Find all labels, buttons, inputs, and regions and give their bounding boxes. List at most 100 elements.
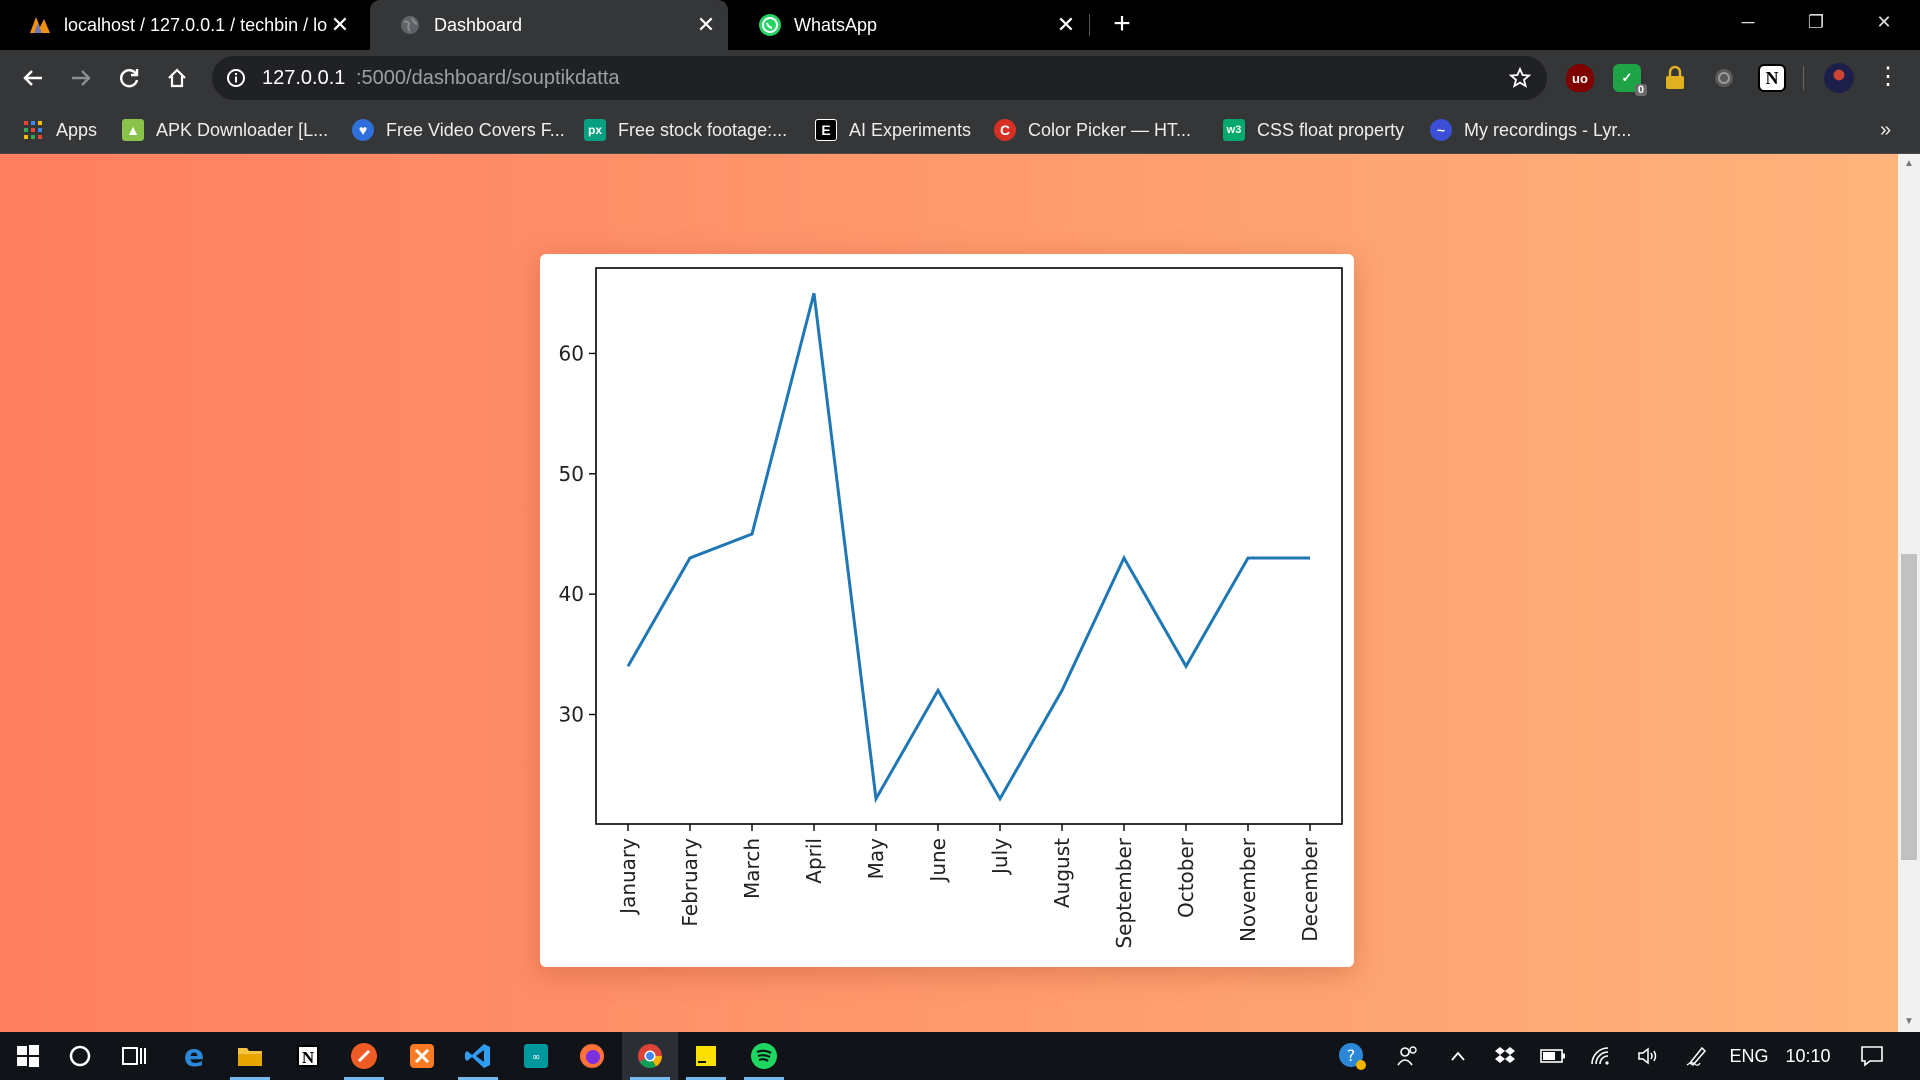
postman-icon[interactable] [336,1032,392,1080]
bookmark-apps[interactable]: Apps [22,116,97,144]
shield-check-icon[interactable]: ✓ 0 [1613,64,1647,96]
battery-icon[interactable] [1538,1032,1568,1080]
y-tick-label: 30 [559,702,584,726]
cortana-icon[interactable] [52,1032,108,1080]
e-icon: E [815,119,837,141]
back-button[interactable] [18,63,48,93]
bookmark-label: Color Picker — HT... [1028,119,1192,140]
minimize-button[interactable]: ─ [1718,0,1778,44]
spotify-icon[interactable] [736,1032,792,1080]
windows-start-icon[interactable] [0,1032,56,1080]
restore-button[interactable]: ❐ [1786,0,1846,44]
plot-frame [595,267,1343,825]
home-icon [168,68,186,88]
bookmark-lyrebird[interactable]: ~ My recordings - Lyr... [1430,116,1631,144]
bookmark-label: My recordings - Lyr... [1464,119,1632,140]
info-icon[interactable] [226,68,246,88]
x-tick-label: August [1050,838,1074,908]
bookmark-ai-experiments[interactable]: E AI Experiments [815,116,971,144]
tab-whatsapp[interactable]: WhatsApp ✕ [730,0,1088,50]
tab-title: Dashboard [434,14,523,35]
address-bar[interactable]: 127.0.0.1 :5000/dashboard/souptikdatta [212,56,1547,100]
bookmark-free-video-covers[interactable]: ♥ Free Video Covers F... [352,116,565,144]
x-tick-label: April [802,838,826,884]
arduino-icon[interactable]: ∞ [508,1032,564,1080]
svg-text:?: ? [1347,1046,1356,1065]
task-view-icon[interactable] [106,1032,162,1080]
grammarly-icon[interactable] [1710,64,1738,92]
heart-icon: ♥ [352,119,374,141]
notifications-icon[interactable] [1852,1032,1892,1080]
reload-button[interactable] [114,63,144,93]
sticky-notes-icon[interactable] [678,1032,734,1080]
x-tick-label: October [1174,837,1198,918]
page-content: 30 40 50 60 January February March April May June… [0,154,1898,1032]
y-tick-label: 50 [559,462,584,486]
home-button[interactable] [162,63,192,93]
scroll-up-icon[interactable]: ▲ [1903,158,1915,170]
star-bookmark-icon[interactable] [1509,67,1531,89]
window-close-button[interactable]: ✕ [1854,0,1914,44]
tab-dashboard[interactable]: Dashboard ✕ [370,0,728,50]
line-chart: 30 40 50 60 January February March April May June… [559,267,1343,949]
android-icon: ▲ [122,119,144,141]
forward-button[interactable] [66,63,96,93]
bookmark-pexels[interactable]: px Free stock footage:... [584,116,787,144]
y-tick-label: 40 [559,582,584,606]
edge-icon[interactable]: e [166,1032,222,1080]
scroll-down-icon[interactable]: ▼ [1903,1016,1915,1028]
arrow-right-icon [72,70,91,86]
whatsapp-icon [758,13,782,37]
bookmarks-bar: Apps ▲ APK Downloader [L... ♥ Free Video… [0,106,1920,154]
chrome-icon[interactable] [622,1032,678,1080]
tab-phpmyadmin[interactable]: localhost / 127.0.0.1 / techbin / lo ✕ [0,0,362,50]
toolbar-divider [1803,66,1804,90]
bookmark-color-picker[interactable]: C Color Picker — HT... [994,116,1191,144]
menu-kebab-icon[interactable]: ⋮ [1876,63,1900,93]
x-tick-label: May [864,838,888,880]
clock[interactable]: 10:10 [1780,1032,1836,1080]
bookmark-label: APK Downloader [L... [156,119,329,140]
volume-icon[interactable] [1634,1032,1664,1080]
new-tab-button[interactable]: + [1107,9,1137,40]
wifi-icon[interactable] [1586,1032,1616,1080]
vertical-scrollbar[interactable]: ▲ ▼ [1898,154,1920,1032]
pexels-icon: px [584,119,606,141]
vscode-icon[interactable] [450,1032,506,1080]
x-tick-label: February [678,838,702,927]
chevron-up-icon[interactable] [1444,1032,1472,1080]
ublock-icon[interactable]: uo [1566,64,1594,92]
x-tick-label: November [1236,837,1260,942]
arrow-left-icon [23,70,42,86]
scroll-thumb[interactable] [1901,554,1917,860]
pen-workspace-icon[interactable] [1682,1032,1712,1080]
close-icon[interactable]: ✕ [1054,12,1078,37]
xampp-icon[interactable] [394,1032,450,1080]
firefox-icon[interactable] [564,1032,620,1080]
people-icon[interactable] [1392,1032,1424,1080]
language-indicator[interactable]: ENG [1728,1032,1770,1080]
help-icon[interactable]: ? [1336,1032,1368,1080]
bookmarks-overflow-button[interactable]: » [1880,116,1891,144]
bookmark-label: Apps [56,119,98,140]
file-explorer-icon[interactable] [222,1032,278,1080]
svg-text:∞: ∞ [532,1052,540,1063]
extension-badge: 0 [1634,84,1647,96]
apps-grid-icon [22,119,44,141]
bookmark-css-float[interactable]: w3 CSS float property [1223,116,1404,144]
notion-icon[interactable]: N [1758,64,1786,92]
chart-card: 30 40 50 60 January February March April May June… [540,254,1354,967]
x-tick-label: September [1112,837,1136,948]
bookmark-label: Free Video Covers F... [386,119,565,140]
w3-icon: w3 [1223,119,1245,141]
lock-icon[interactable] [1661,64,1689,92]
bookmark-apk-downloader[interactable]: ▲ APK Downloader [L... [122,116,328,144]
avatar[interactable] [1824,63,1854,93]
url-path: :5000/dashboard/souptikdatta [356,67,620,89]
y-tick-label: 60 [559,341,584,365]
dropbox-icon[interactable] [1490,1032,1520,1080]
tab-divider [1089,14,1090,36]
close-icon[interactable]: ✕ [694,12,718,37]
close-icon[interactable]: ✕ [328,12,352,37]
notion-icon[interactable]: N [280,1032,336,1080]
